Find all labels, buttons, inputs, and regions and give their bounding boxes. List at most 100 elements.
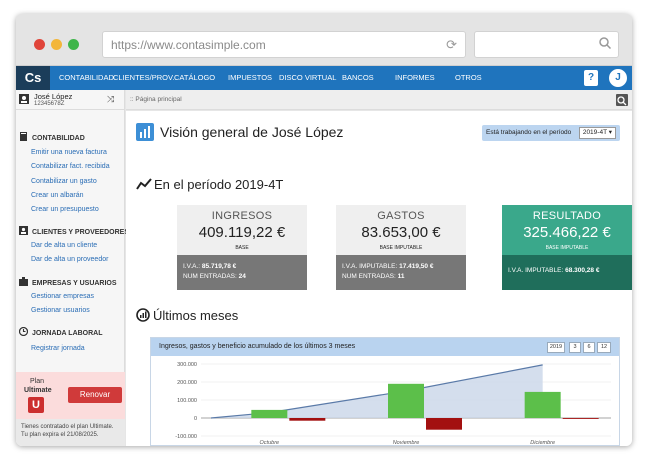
breadcrumb-bar: :: Página principal — [126, 90, 632, 110]
x-tick-label: Noviembre — [393, 440, 420, 446]
gastos-card[interactable]: GASTOS 83.653,00 € BASE IMPUTABLE I.V.A.… — [336, 205, 466, 290]
chart-panel: Ingresos, gastos y beneficio acumulado d… — [150, 337, 620, 446]
nav-bancos[interactable]: BANCOS — [342, 66, 374, 90]
ingresos-card[interactable]: INGRESOS 409.119,22 € BASE I.V.A.: 85.71… — [177, 205, 307, 290]
section-title: JORNADA LABORAL — [32, 330, 103, 337]
nav-informes[interactable]: INFORMES — [395, 66, 435, 90]
user-box[interactable]: José López 12345678Z ⤨ — [16, 90, 125, 110]
nav-contabilidad[interactable]: CONTABILIDAD — [59, 66, 114, 90]
expense-bar — [426, 418, 462, 430]
resultado-card[interactable]: RESULTADO 325.466,22 € BASE IMPUTABLE I.… — [502, 205, 632, 290]
browser-window: https://www.contasimple.com ⟳ Cs CONTABI… — [16, 14, 632, 446]
browser-chrome: https://www.contasimple.com ⟳ — [16, 14, 632, 66]
link-gestionar-usuarios[interactable]: Gestionar usuarios — [31, 307, 90, 314]
link-emitir-factura[interactable]: Emitir una nueva factura — [31, 149, 107, 156]
book-icon — [20, 132, 27, 141]
plan-badge: U — [28, 397, 44, 413]
page-search-button[interactable] — [616, 94, 628, 106]
card-base: BASE — [235, 245, 249, 251]
period-button-2019[interactable]: 2019 — [547, 342, 565, 353]
section-title: CONTABILIDAD — [32, 135, 85, 142]
x-tick-label: Diciembre — [530, 440, 555, 446]
user-nif: 12345678Z — [34, 101, 65, 107]
x-tick-label: Octubre — [260, 440, 280, 446]
period-heading: En el período 2019-4T — [136, 177, 283, 192]
section-title: EMPRESAS Y USUARIOS — [32, 280, 117, 287]
chart-title: Ingresos, gastos y beneficio acumulado d… — [159, 343, 356, 350]
dashboard-icon — [136, 123, 154, 141]
card-top: RESULTADO 325.466,22 € BASE IMPUTABLE — [502, 205, 632, 255]
period-button-12[interactable]: 12 — [597, 342, 611, 353]
help-icon[interactable]: ? — [584, 70, 598, 86]
ultimos-heading: Últimos meses — [136, 308, 238, 323]
user-card-icon — [19, 94, 29, 104]
card-amount: 325.466,22 € — [523, 224, 611, 241]
switch-user-icon[interactable]: ⤨ — [107, 94, 114, 105]
search-icon — [617, 96, 627, 106]
nav-catalogo[interactable]: CATÁLOGO — [174, 66, 215, 90]
nav-clientes[interactable]: CLIENTES/PROV. — [113, 66, 174, 90]
browser-search-input[interactable] — [474, 31, 619, 58]
y-tick-label: 200.000 — [177, 380, 197, 386]
clock-icon — [19, 327, 28, 336]
income-bar — [388, 383, 424, 418]
card-base: BASE IMPUTABLE — [379, 245, 423, 251]
link-contabilizar-recibida[interactable]: Contabilizar fact. recibida — [31, 163, 110, 170]
sidebar: José López 12345678Z ⤨ CONTABILIDAD Emit… — [16, 90, 129, 446]
period-select[interactable]: 2019-4T ▾ — [578, 127, 616, 139]
contacts-icon — [19, 226, 28, 235]
period-button-3[interactable]: 3 — [569, 342, 581, 353]
card-label: INGRESOS — [211, 210, 273, 222]
minimize-dot[interactable] — [51, 39, 62, 50]
link-gestionar-empresas[interactable]: Gestionar empresas — [31, 293, 94, 300]
section-title: CLIENTES Y PROVEEDORES — [32, 229, 129, 236]
card-amount: 409.119,22 € — [198, 224, 286, 241]
card-amount: 83.653,00 € — [361, 224, 441, 241]
nav-impuestos[interactable]: IMPUESTOS — [228, 66, 272, 90]
card-details: I.V.A. IMPUTABLE: 68.300,28 € — [502, 255, 632, 290]
close-dot[interactable] — [34, 39, 45, 50]
link-alta-cliente[interactable]: Dar de alta un cliente — [31, 242, 97, 249]
top-navigation: Cs CONTABILIDAD CLIENTES/PROV. CATÁLOGO … — [16, 66, 632, 90]
link-contabilizar-gasto[interactable]: Contabilizar un gasto — [31, 178, 97, 185]
section-contabilidad: CONTABILIDAD — [19, 132, 85, 142]
chart-svg: 300.000 200.000 100.000 0 -100.000 Octubre Nov… — [175, 362, 611, 446]
card-details: I.V.A.: 85.719,78 € NUM ENTRADAS: 24 — [177, 255, 307, 290]
y-tick-label: 0 — [194, 416, 197, 422]
maximize-dot[interactable] — [68, 39, 79, 50]
y-tick-label: -100.000 — [175, 434, 197, 440]
nav-otros[interactable]: OTROS — [455, 66, 482, 90]
period-selector: Está trabajando en el período 2019-4T ▾ — [482, 125, 620, 141]
search-icon — [599, 37, 612, 50]
avatar[interactable]: J — [608, 68, 628, 88]
reload-icon[interactable]: ⟳ — [446, 37, 457, 53]
history-chart-icon — [136, 308, 150, 322]
app-logo[interactable]: Cs — [16, 66, 50, 90]
link-crear-albaran[interactable]: Crear un albarán — [31, 192, 84, 199]
expense-bar — [562, 418, 599, 419]
card-label: GASTOS — [377, 210, 425, 222]
address-bar[interactable]: https://www.contasimple.com ⟳ — [102, 31, 466, 58]
card-details: I.V.A. IMPUTABLE: 17.419,50 € NUM ENTRAD… — [336, 255, 466, 290]
period-button-6[interactable]: 6 — [583, 342, 595, 353]
page-title: Visión general de José López — [160, 124, 344, 140]
link-crear-presupuesto[interactable]: Crear un presupuesto — [31, 206, 99, 213]
section-empresas: EMPRESAS Y USUARIOS — [19, 277, 117, 287]
breadcrumb[interactable]: :: Página principal — [130, 96, 182, 103]
main-content: Visión general de José López Está trabaj… — [126, 111, 632, 446]
card-top: INGRESOS 409.119,22 € BASE — [177, 205, 307, 255]
y-tick-label: 300.000 — [177, 362, 197, 368]
section-clientes: CLIENTES Y PROVEEDORES — [19, 226, 129, 236]
period-label: Está trabajando en el período — [486, 129, 572, 136]
y-tick-label: 100.000 — [177, 398, 197, 404]
briefcase-icon — [19, 277, 28, 286]
income-bar — [524, 391, 561, 418]
user-name: José López — [34, 92, 73, 101]
section-jornada: JORNADA LABORAL — [19, 327, 103, 337]
income-bar — [251, 409, 288, 418]
trend-icon — [136, 178, 152, 190]
link-alta-proveedor[interactable]: Dar de alta un proveedor — [31, 256, 108, 263]
renew-button[interactable]: Renovar — [68, 387, 122, 403]
link-registrar-jornada[interactable]: Registrar jornada — [31, 345, 85, 352]
nav-disco-virtual[interactable]: DISCO VIRTUAL — [279, 66, 336, 90]
